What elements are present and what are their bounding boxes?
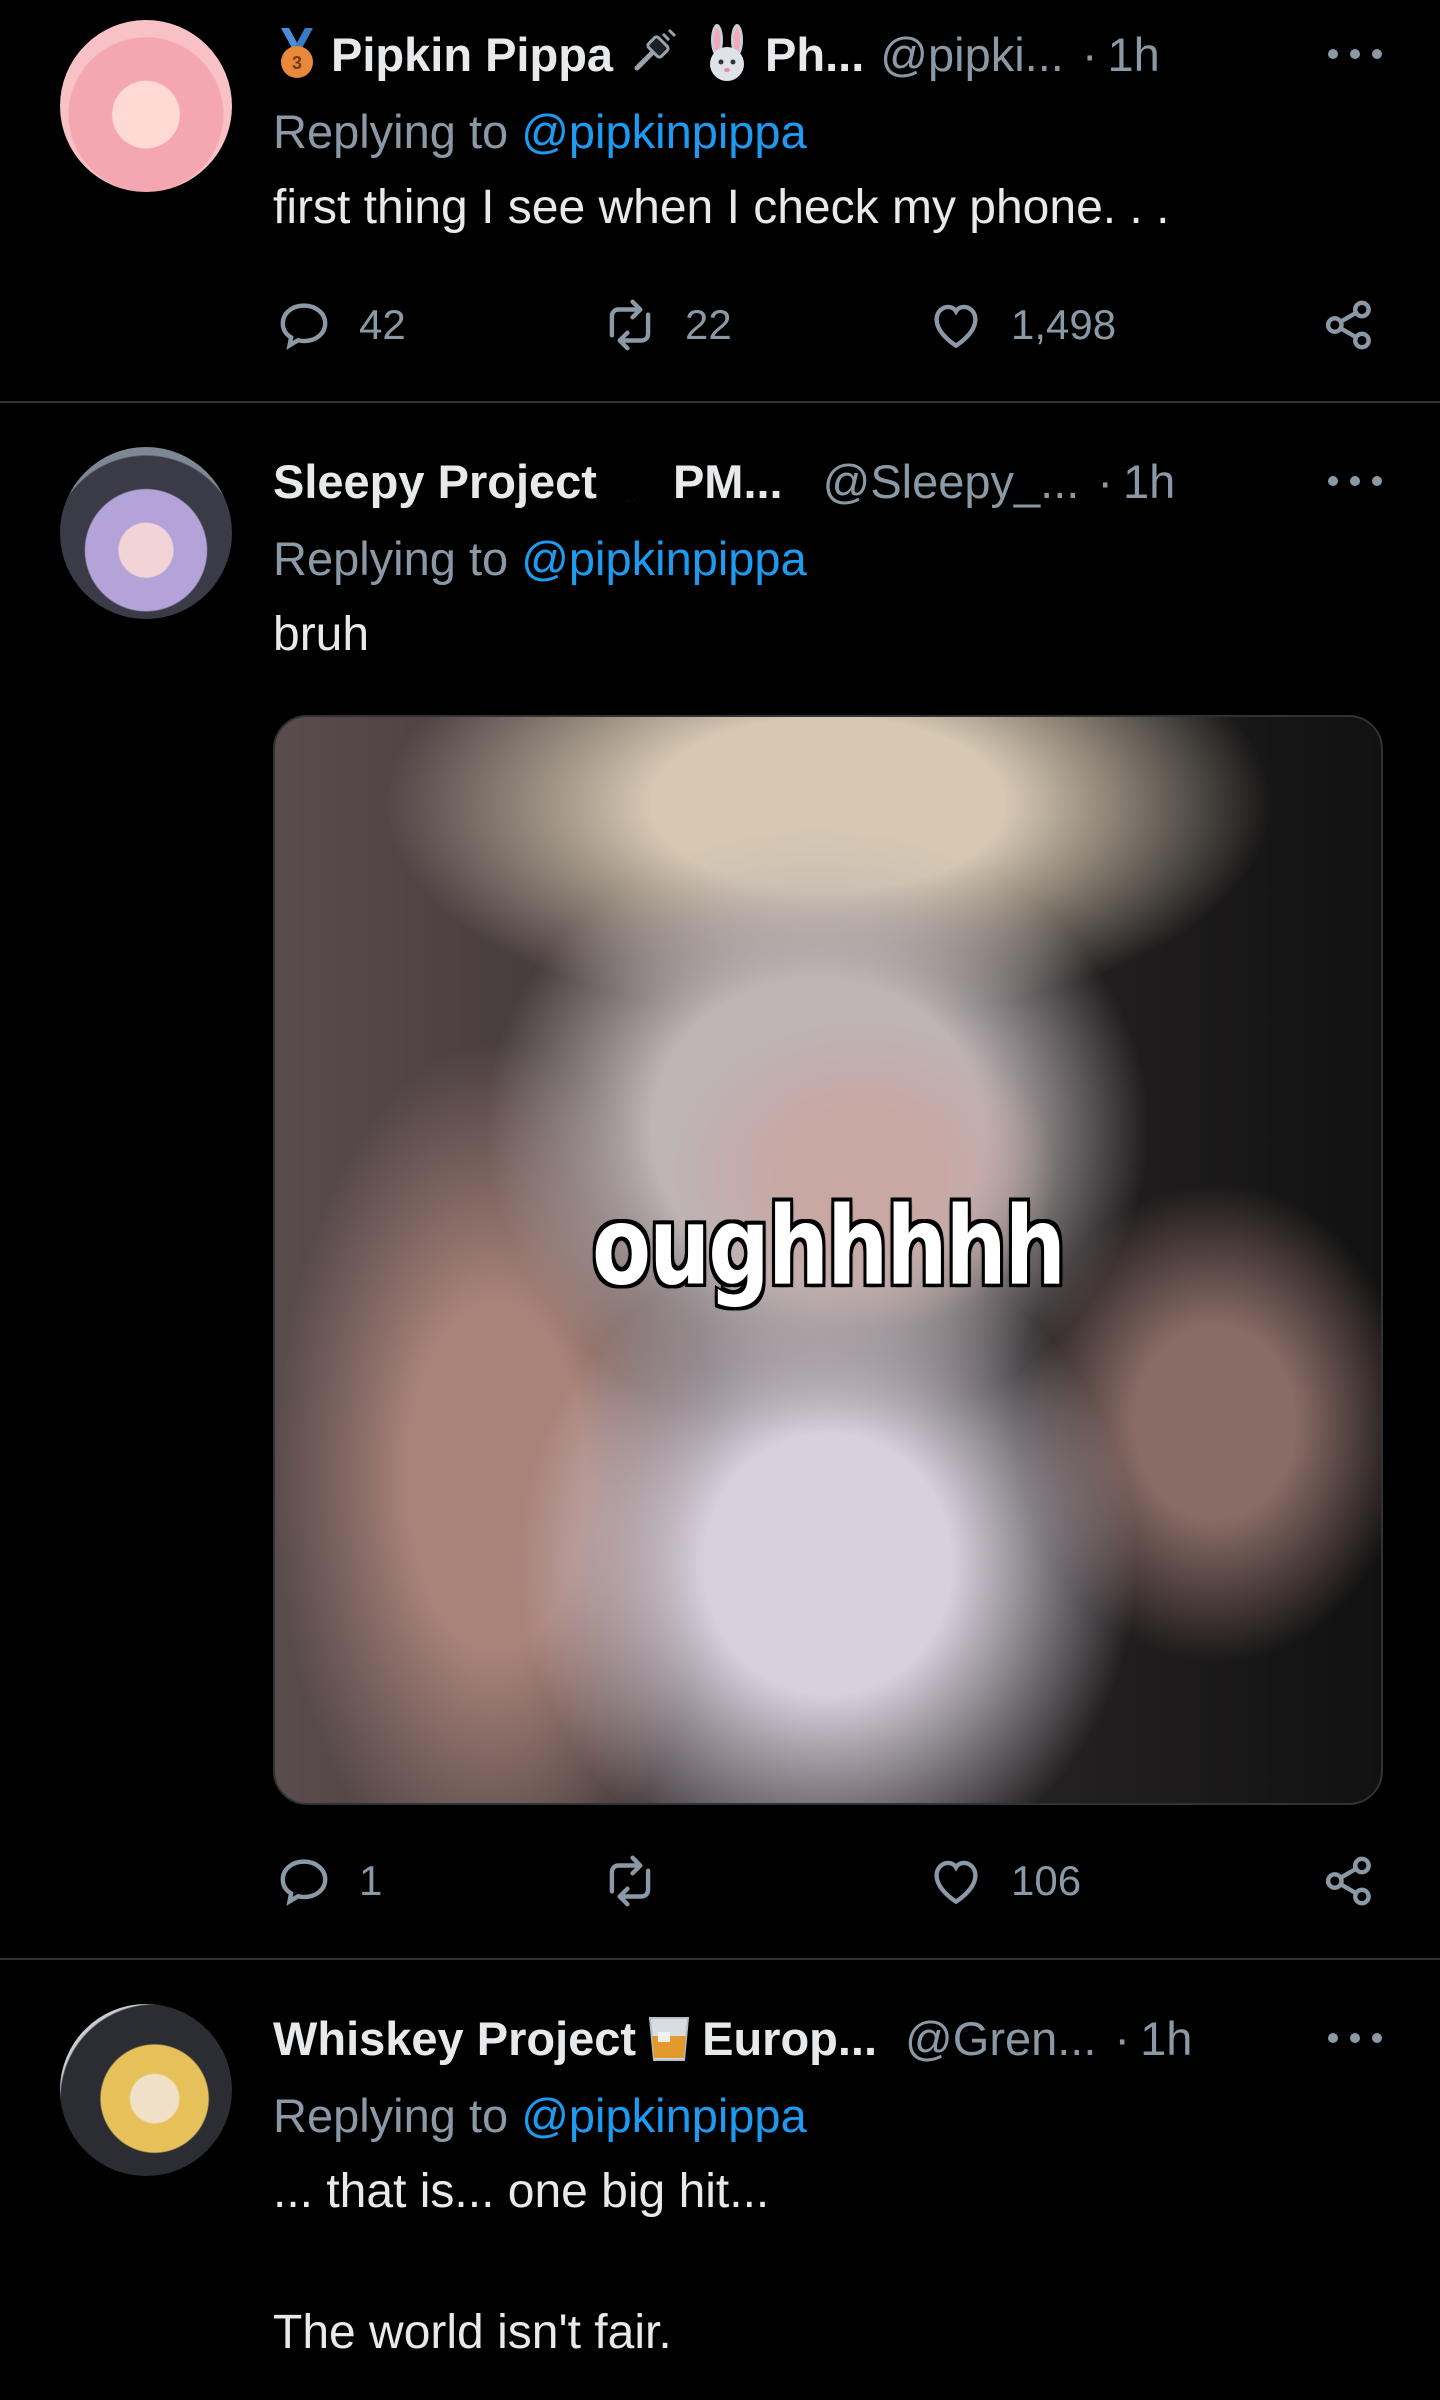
- rabbit-icon: [710, 24, 745, 81]
- like-count: 1,498: [1011, 301, 1117, 348]
- crescent-moon-icon: [614, 459, 656, 502]
- tweet-header: Whiskey Project Europ... @Gren... · 1h: [273, 2008, 1380, 2068]
- reply-button[interactable]: 1: [273, 1846, 382, 1916]
- tweet-text-line-1: ... that is... one big hit...: [273, 2165, 770, 2218]
- replying-to-label: Replying to: [273, 105, 509, 158]
- more-options-icon[interactable]: [1328, 34, 1382, 74]
- retweet-icon: [609, 1855, 651, 1907]
- handle[interactable]: @Gren...: [905, 2011, 1096, 2066]
- mention-link[interactable]: @pipkinpippa: [521, 532, 807, 585]
- display-name[interactable]: Sleepy Project: [273, 454, 597, 509]
- svg-text:3: 3: [292, 53, 302, 73]
- reply-count: 42: [359, 301, 406, 348]
- display-name[interactable]: Pipkin Pippa: [331, 27, 613, 82]
- reply-count: 1: [359, 1857, 383, 1904]
- like-button[interactable]: 106: [925, 1846, 1081, 1916]
- reply-icon: [280, 1859, 328, 1906]
- plug-icon: [634, 28, 677, 71]
- share-button[interactable]: [1318, 290, 1380, 360]
- share-icon: [1325, 300, 1371, 350]
- heart-icon: [934, 304, 978, 349]
- replying-to: Replying to @pipkinpippa: [273, 104, 807, 159]
- retweet-button[interactable]: 22: [599, 290, 732, 360]
- timestamp[interactable]: 1h: [1108, 27, 1160, 82]
- handle[interactable]: @pipki...: [880, 27, 1064, 82]
- retweet-count: 22: [685, 301, 732, 348]
- media-caption: oughhhhh: [592, 1184, 1066, 1310]
- replying-to-label: Replying to: [273, 2089, 509, 2142]
- avatar[interactable]: [60, 2004, 232, 2176]
- whiskey-glass-icon: [648, 2017, 690, 2061]
- retweet-button[interactable]: [599, 1846, 661, 1916]
- replying-to: Replying to @pipkinpippa: [273, 531, 807, 586]
- retweet-icon: [609, 299, 651, 351]
- medal-icon: 3: [281, 28, 313, 78]
- tweet-text: bruh: [273, 608, 370, 661]
- action-bar: 42 22 1,498: [273, 290, 1380, 360]
- share-button[interactable]: [1318, 1846, 1380, 1916]
- tweet-header: Sleepy Project PM... @Sleepy_... · 1h: [273, 451, 1380, 511]
- like-button[interactable]: 1,498: [925, 290, 1116, 360]
- display-name-suffix: PM...: [672, 454, 783, 508]
- share-icon: [1325, 1856, 1371, 1906]
- display-name-suffix: Ph...: [765, 27, 865, 81]
- action-bar: 1 106: [273, 1846, 1380, 1916]
- heart-icon: [934, 1860, 978, 1905]
- tweet-1[interactable]: 3 Pipkin Pippa Ph... @pipki... · 1h Repl…: [0, 0, 1440, 400]
- tweet-3[interactable]: Whiskey Project Europ... @Gren... · 1h R…: [0, 1960, 1440, 2400]
- more-options-icon[interactable]: [1328, 2018, 1382, 2058]
- avatar[interactable]: [60, 447, 232, 619]
- display-name-suffix: Europ...: [702, 2011, 878, 2065]
- timestamp[interactable]: 1h: [1123, 454, 1175, 509]
- handle[interactable]: @Sleepy_...: [823, 454, 1080, 509]
- reply-icon: [280, 303, 328, 350]
- separator-dot: ·: [1097, 454, 1114, 508]
- mention-link[interactable]: @pipkinpippa: [521, 105, 807, 158]
- separator-dot: ·: [1114, 2011, 1131, 2065]
- tweet-text: first thing I see when I check my phone.…: [273, 181, 1170, 234]
- display-name[interactable]: Whiskey Project: [273, 2011, 636, 2066]
- replying-to: Replying to @pipkinpippa: [273, 2088, 807, 2143]
- avatar[interactable]: [60, 20, 232, 192]
- separator-dot: ·: [1081, 27, 1098, 81]
- tweet-2[interactable]: Sleepy Project PM... @Sleepy_... · 1h Re…: [0, 403, 1440, 1957]
- mention-link[interactable]: @pipkinpippa: [521, 2089, 807, 2142]
- tweet-header: 3 Pipkin Pippa Ph... @pipki... · 1h: [273, 24, 1380, 84]
- replying-to-label: Replying to: [273, 532, 509, 585]
- like-count: 106: [1011, 1857, 1082, 1904]
- timestamp[interactable]: 1h: [1140, 2011, 1192, 2066]
- reply-button[interactable]: 42: [273, 290, 406, 360]
- more-options-icon[interactable]: [1328, 461, 1382, 501]
- media-image[interactable]: oughhhhh: [273, 715, 1383, 1805]
- tweet-text-line-2: The world isn't fair.: [273, 2306, 672, 2359]
